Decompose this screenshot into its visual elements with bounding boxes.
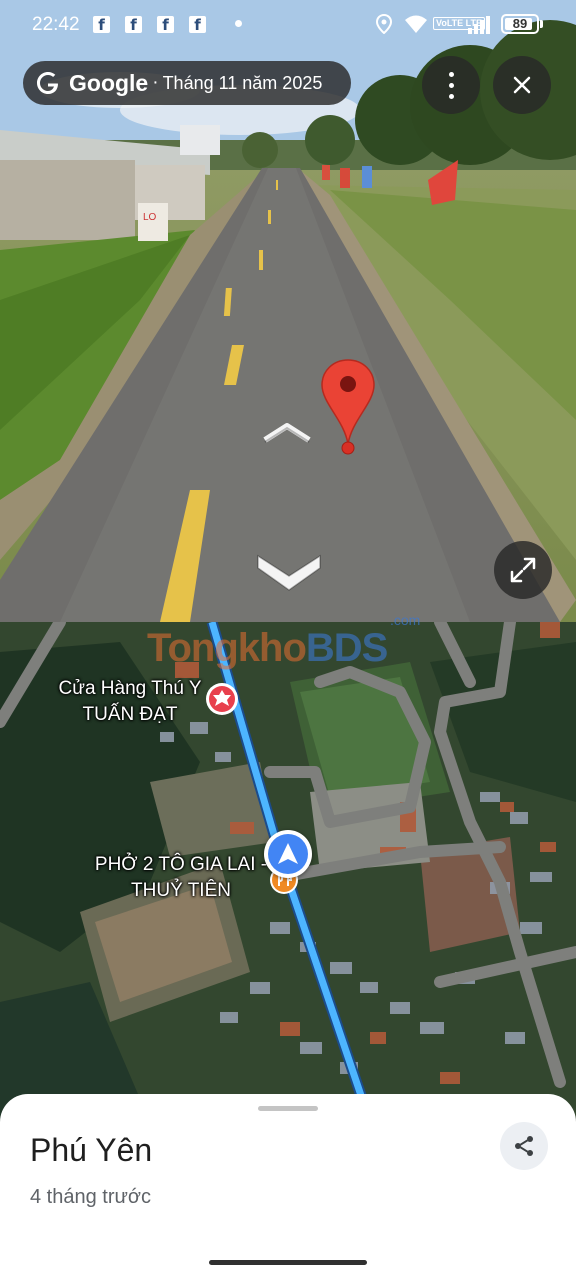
facebook-icon: f — [157, 16, 174, 34]
watermark-logo: TongkhoBDS — [147, 626, 388, 671]
wifi-icon — [405, 15, 427, 33]
expand-button[interactable] — [494, 541, 552, 599]
status-bar: 22:42 f f f f VoLTE LTE 89 — [0, 0, 576, 50]
chip-separator: · — [152, 72, 159, 93]
watermark-accent-text: BDS — [305, 626, 388, 670]
battery-percent: 89 — [512, 16, 528, 31]
drag-handle[interactable] — [258, 1106, 318, 1111]
battery-cap — [540, 20, 543, 28]
roadside-sign-text: LO — [143, 212, 157, 223]
google-brand-label: Google — [69, 69, 149, 96]
capture-date-label: Tháng 11 năm 2025 — [162, 72, 323, 93]
battery-icon: 89 — [501, 14, 539, 34]
watermark-text: Tongkho — [147, 626, 307, 670]
signal-icon — [468, 16, 490, 34]
facebook-icon: f — [189, 16, 206, 34]
place-name: Phú Yên — [30, 1132, 153, 1168]
expand-icon — [510, 557, 536, 583]
facebook-icon: f — [93, 16, 110, 34]
location-icon — [376, 14, 392, 34]
watermark-suffix: .com — [390, 612, 421, 628]
status-time: 22:42 — [32, 14, 80, 35]
more-vertical-icon — [448, 69, 454, 102]
move-backward-arrow-icon[interactable] — [254, 548, 324, 594]
share-button[interactable] — [500, 1122, 548, 1170]
home-indicator[interactable] — [209, 1260, 367, 1265]
street-view-info-chip[interactable]: Google · Tháng 11 năm 2025 — [23, 61, 351, 105]
google-g-icon — [37, 72, 58, 94]
move-forward-arrow-icon[interactable] — [262, 420, 312, 444]
current-position-marker — [264, 830, 312, 878]
more-notifications-dot-icon — [235, 20, 242, 27]
close-icon — [513, 76, 531, 94]
close-button[interactable] — [493, 56, 551, 114]
share-icon — [515, 1136, 533, 1156]
poi-label-pho-restaurant[interactable]: PHỞ 2 TÔ GIA LAI - THUỶ TIÊN — [92, 852, 270, 904]
capture-time-ago: 4 tháng trước — [30, 1186, 152, 1208]
place-bottom-sheet[interactable]: Phú Yên 4 tháng trước — [0, 1094, 576, 1280]
location-pin-icon — [321, 359, 375, 455]
poi-label-pet-shop[interactable]: Cửa Hàng Thú Y TUẤN ĐẠT — [50, 676, 210, 728]
street-view-panel[interactable]: LO 22:42 f f f f VoLTE LTE 89 Google · T… — [0, 0, 576, 622]
navigation-arrow-icon — [278, 843, 298, 864]
more-options-button[interactable] — [422, 56, 480, 114]
facebook-icon: f — [125, 16, 142, 34]
